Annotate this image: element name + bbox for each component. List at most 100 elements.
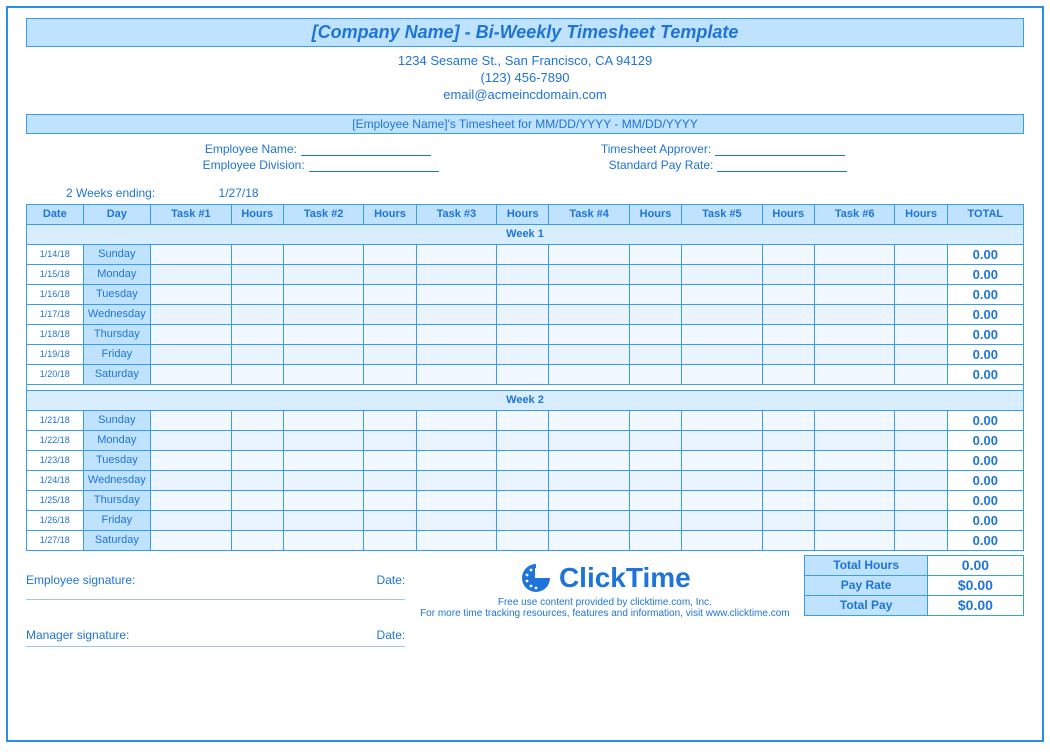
cell-task[interactable]	[549, 344, 630, 364]
cell-task[interactable]	[814, 264, 895, 284]
cell-task[interactable]	[682, 410, 763, 430]
cell-task[interactable]	[814, 410, 895, 430]
cell-task[interactable]	[682, 470, 763, 490]
cell-hours[interactable]	[762, 264, 814, 284]
cell-hours[interactable]	[364, 490, 416, 510]
cell-hours[interactable]	[364, 470, 416, 490]
cell-hours[interactable]	[497, 410, 549, 430]
cell-task[interactable]	[283, 284, 364, 304]
cell-hours[interactable]	[231, 244, 283, 264]
cell-hours[interactable]	[762, 430, 814, 450]
cell-hours[interactable]	[629, 490, 681, 510]
cell-task[interactable]	[283, 264, 364, 284]
cell-hours[interactable]	[364, 264, 416, 284]
cell-hours[interactable]	[762, 510, 814, 530]
cell-hours[interactable]	[231, 304, 283, 324]
cell-task[interactable]	[549, 470, 630, 490]
cell-hours[interactable]	[364, 344, 416, 364]
cell-hours[interactable]	[629, 450, 681, 470]
cell-task[interactable]	[416, 530, 497, 550]
cell-task[interactable]	[549, 450, 630, 470]
cell-task[interactable]	[283, 490, 364, 510]
cell-hours[interactable]	[629, 510, 681, 530]
cell-task[interactable]	[283, 450, 364, 470]
cell-hours[interactable]	[364, 530, 416, 550]
cell-hours[interactable]	[231, 364, 283, 384]
cell-task[interactable]	[151, 264, 232, 284]
cell-hours[interactable]	[364, 304, 416, 324]
cell-task[interactable]	[549, 304, 630, 324]
cell-task[interactable]	[814, 450, 895, 470]
pay-rate-field[interactable]	[717, 171, 847, 172]
cell-task[interactable]	[682, 344, 763, 364]
cell-task[interactable]	[416, 510, 497, 530]
cell-task[interactable]	[283, 410, 364, 430]
cell-task[interactable]	[151, 430, 232, 450]
cell-task[interactable]	[814, 510, 895, 530]
cell-task[interactable]	[416, 264, 497, 284]
cell-hours[interactable]	[497, 284, 549, 304]
cell-task[interactable]	[682, 364, 763, 384]
cell-task[interactable]	[416, 344, 497, 364]
cell-hours[interactable]	[231, 284, 283, 304]
cell-task[interactable]	[682, 264, 763, 284]
cell-hours[interactable]	[762, 490, 814, 510]
cell-task[interactable]	[549, 510, 630, 530]
manager-signature-line[interactable]	[26, 646, 405, 647]
cell-task[interactable]	[151, 490, 232, 510]
cell-task[interactable]	[814, 324, 895, 344]
cell-hours[interactable]	[895, 304, 947, 324]
cell-task[interactable]	[416, 244, 497, 264]
cell-task[interactable]	[151, 470, 232, 490]
cell-hours[interactable]	[629, 470, 681, 490]
cell-task[interactable]	[682, 430, 763, 450]
cell-task[interactable]	[283, 530, 364, 550]
cell-task[interactable]	[549, 530, 630, 550]
cell-hours[interactable]	[497, 490, 549, 510]
cell-hours[interactable]	[231, 450, 283, 470]
cell-task[interactable]	[283, 364, 364, 384]
cell-hours[interactable]	[364, 284, 416, 304]
cell-hours[interactable]	[629, 530, 681, 550]
cell-hours[interactable]	[895, 430, 947, 450]
cell-task[interactable]	[682, 530, 763, 550]
cell-task[interactable]	[151, 304, 232, 324]
cell-hours[interactable]	[895, 510, 947, 530]
cell-task[interactable]	[416, 410, 497, 430]
cell-hours[interactable]	[364, 410, 416, 430]
cell-hours[interactable]	[364, 450, 416, 470]
cell-task[interactable]	[682, 304, 763, 324]
cell-task[interactable]	[416, 490, 497, 510]
cell-hours[interactable]	[497, 324, 549, 344]
cell-hours[interactable]	[231, 530, 283, 550]
cell-task[interactable]	[814, 530, 895, 550]
cell-hours[interactable]	[895, 244, 947, 264]
cell-hours[interactable]	[762, 364, 814, 384]
cell-hours[interactable]	[895, 344, 947, 364]
cell-task[interactable]	[549, 364, 630, 384]
approver-field[interactable]	[715, 155, 845, 156]
cell-task[interactable]	[549, 430, 630, 450]
cell-task[interactable]	[549, 244, 630, 264]
cell-hours[interactable]	[629, 284, 681, 304]
cell-task[interactable]	[283, 244, 364, 264]
cell-task[interactable]	[283, 470, 364, 490]
cell-hours[interactable]	[629, 430, 681, 450]
cell-hours[interactable]	[497, 450, 549, 470]
cell-hours[interactable]	[364, 324, 416, 344]
cell-hours[interactable]	[629, 324, 681, 344]
cell-task[interactable]	[283, 324, 364, 344]
cell-hours[interactable]	[762, 304, 814, 324]
employee-name-field[interactable]	[301, 155, 431, 156]
cell-task[interactable]	[416, 364, 497, 384]
cell-task[interactable]	[549, 324, 630, 344]
cell-hours[interactable]	[895, 530, 947, 550]
cell-task[interactable]	[283, 510, 364, 530]
cell-hours[interactable]	[895, 410, 947, 430]
cell-task[interactable]	[549, 264, 630, 284]
cell-hours[interactable]	[762, 244, 814, 264]
cell-task[interactable]	[682, 324, 763, 344]
cell-task[interactable]	[151, 530, 232, 550]
cell-hours[interactable]	[231, 430, 283, 450]
cell-task[interactable]	[151, 450, 232, 470]
